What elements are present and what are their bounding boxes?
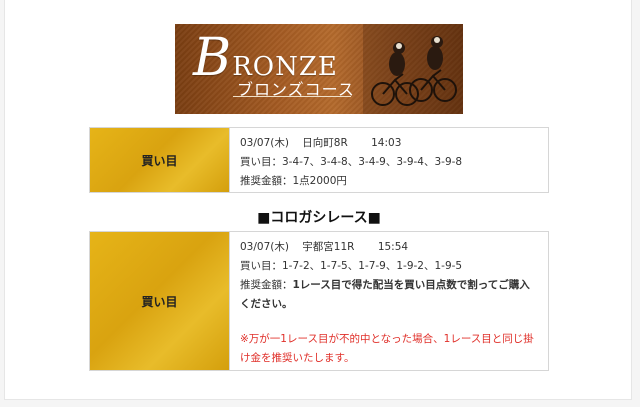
race-venue: 宇都宮11R: [302, 241, 355, 253]
buy-table-2: 買い目 03/07(木) 宇都宮11R 15:54 買い目：1-7-2、1-7-…: [89, 231, 549, 371]
amount-prefix: 推奨金額：: [240, 279, 293, 291]
banner-title-initial: B: [193, 28, 233, 88]
buy-label-cell: 買い目: [90, 128, 230, 192]
race-venue: 日向町8R: [302, 137, 348, 149]
race-time: 14:03: [371, 137, 402, 149]
content-page: BRONZE ブロンズコース 買い目 03/07(木) 日向町8R 14:03 …: [4, 0, 632, 400]
buy-content-cell: 03/07(木) 宇都宮11R 15:54 買い目：1-7-2、1-7-5、1-…: [230, 232, 548, 370]
amount-line: 推奨金額：1レース目で得た配当を買い目点数で割ってご購入ください。: [240, 276, 538, 314]
cyclists-illustration: [363, 24, 463, 114]
bronze-course-banner: BRONZE ブロンズコース: [175, 24, 463, 114]
race-date: 03/07(木): [240, 137, 289, 149]
korogashi-heading: ■コロガシレース■: [257, 210, 381, 226]
buy-line: 買い目：1-7-2、1-7-5、1-7-9、1-9-2、1-9-5: [240, 260, 463, 272]
race-info-row: 03/07(木) 日向町8R 14:03: [240, 134, 538, 153]
race-info-row: 03/07(木) 宇都宮11R 15:54: [240, 238, 538, 257]
buy-line: 買い目：3-4-7、3-4-8、3-4-9、3-9-4、3-9-8: [240, 156, 463, 168]
warning-note: ※万が一1レース目が不的中となった場合、1レース目と同じ掛け金を推奨いたします。: [240, 333, 534, 364]
buy-label-cell: 買い目: [90, 232, 230, 370]
buy-table-1: 買い目 03/07(木) 日向町8R 14:03 買い目：3-4-7、3-4-8…: [89, 127, 549, 193]
buy-content-cell: 03/07(木) 日向町8R 14:03 買い目：3-4-7、3-4-8、3-4…: [230, 128, 548, 192]
amount-line: 推奨金額：1点2000円: [240, 175, 347, 187]
race-date: 03/07(木): [240, 241, 289, 253]
race-time: 15:54: [377, 241, 409, 253]
banner-subtitle: ブロンズコース: [237, 80, 355, 99]
